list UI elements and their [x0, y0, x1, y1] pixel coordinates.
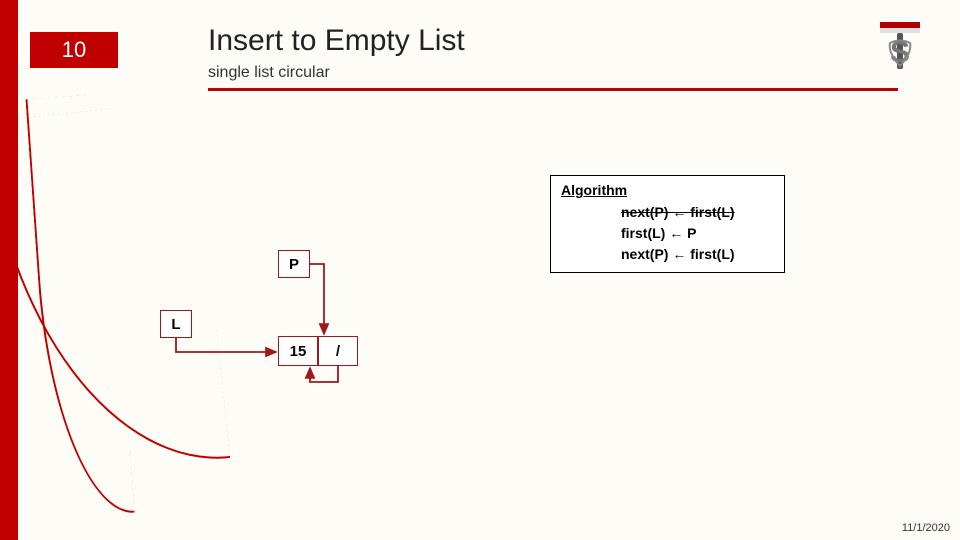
- algorithm-step-2: first(L) ← P: [621, 223, 774, 244]
- linked-list-diagram: L P 15 /: [160, 250, 440, 390]
- algorithm-box: Algorithm next(P) ← first(L) first(L) ← …: [550, 175, 785, 273]
- title-underline: [208, 88, 898, 91]
- slide-title: Insert to Empty List: [208, 24, 465, 58]
- algorithm-step-1: next(P) ← first(L): [621, 202, 774, 223]
- pointer-L-box: L: [160, 310, 192, 338]
- slide-date: 11/1/2020: [902, 522, 950, 534]
- pointer-P-box: P: [278, 250, 310, 278]
- node-value-box: 15: [278, 336, 318, 366]
- left-accent-bar: [0, 0, 18, 540]
- algorithm-step-3: next(P) ← first(L): [621, 244, 774, 265]
- node-next-box: /: [318, 336, 358, 366]
- page-number-badge: 10: [30, 32, 118, 68]
- slide: 10 Insert to Empty List single list circ…: [0, 0, 960, 540]
- institution-logo: S: [870, 18, 930, 78]
- algorithm-heading: Algorithm: [561, 182, 774, 198]
- slide-subtitle: single list circular: [208, 64, 330, 82]
